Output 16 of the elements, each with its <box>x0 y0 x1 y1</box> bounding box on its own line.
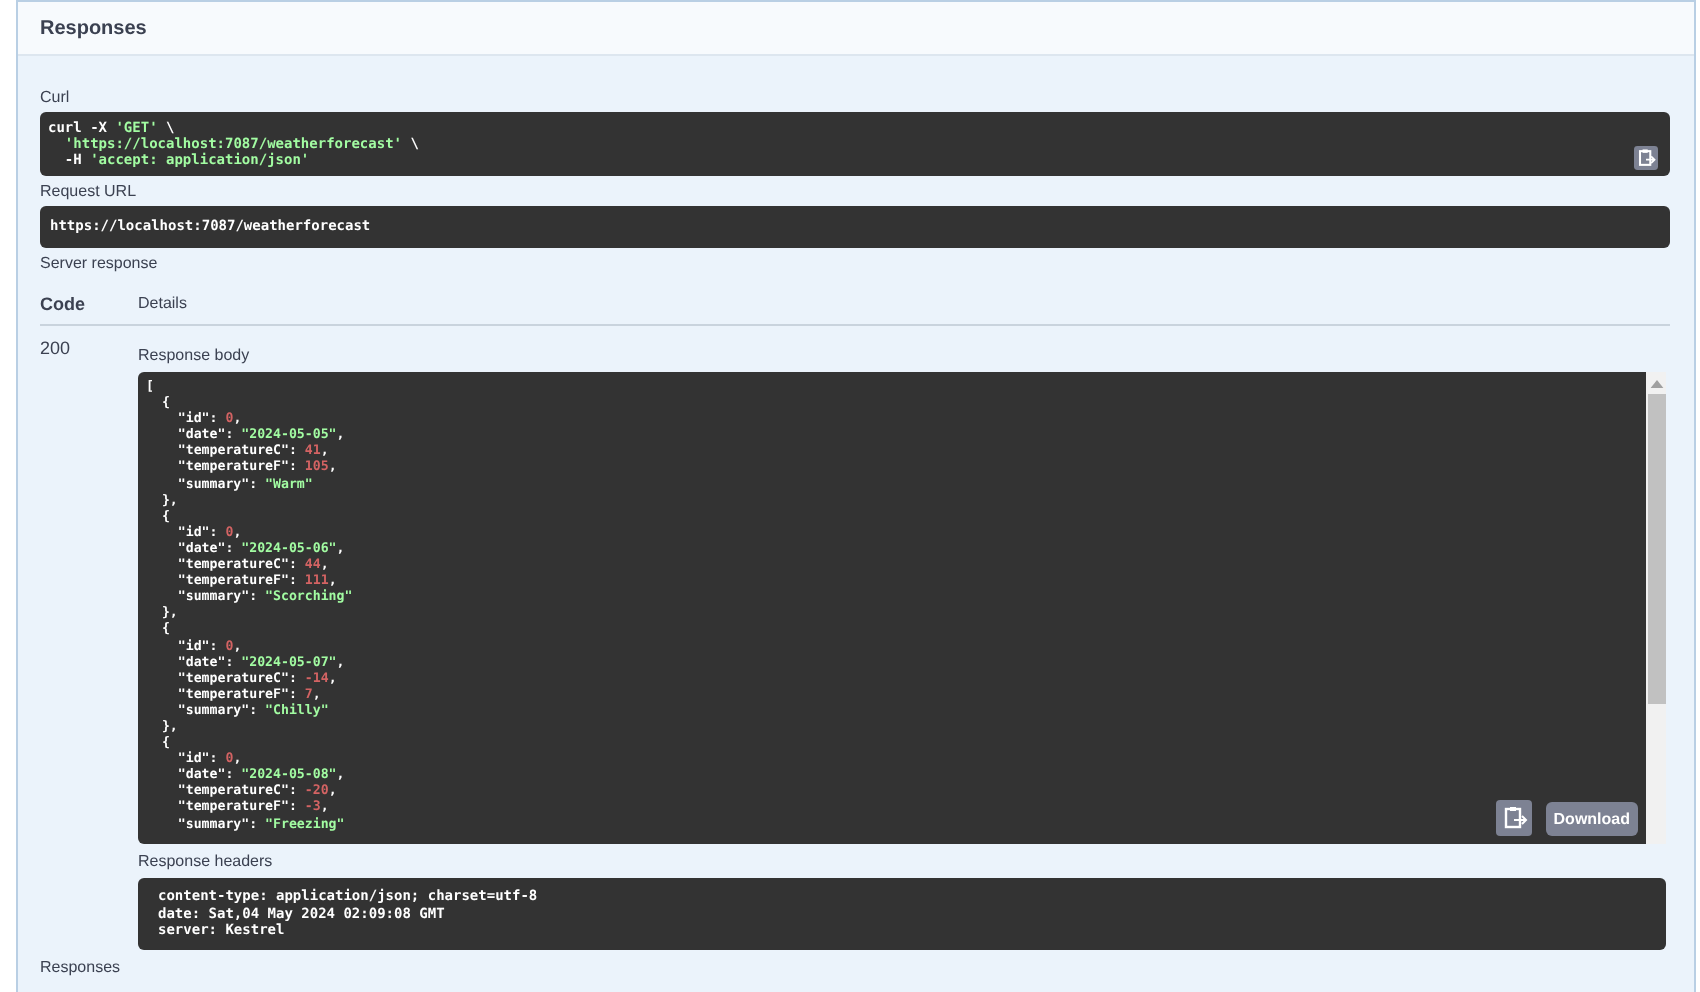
scrollbar[interactable] <box>1646 372 1666 844</box>
response-body-label: Response body <box>138 346 252 364</box>
column-header: Details <box>138 294 187 314</box>
server-response-label: Server response <box>40 254 160 272</box>
request-url-label: Request URL <box>40 182 139 200</box>
download-button[interactable]: Download <box>1545 801 1638 835</box>
status-code: 200 <box>40 338 73 362</box>
copy-icon[interactable] <box>1495 800 1532 836</box>
responses-title: Responses <box>40 957 123 975</box>
scroll-up-arrow-icon[interactable] <box>1649 380 1663 388</box>
curl-label: Curl <box>40 88 72 106</box>
scrollbar-thumb[interactable] <box>1647 394 1665 704</box>
column-header: Code <box>40 294 87 314</box>
copy-icon[interactable] <box>1634 146 1658 170</box>
response-headers-label: Response headers <box>138 852 275 870</box>
section-title: Responses <box>40 17 147 39</box>
